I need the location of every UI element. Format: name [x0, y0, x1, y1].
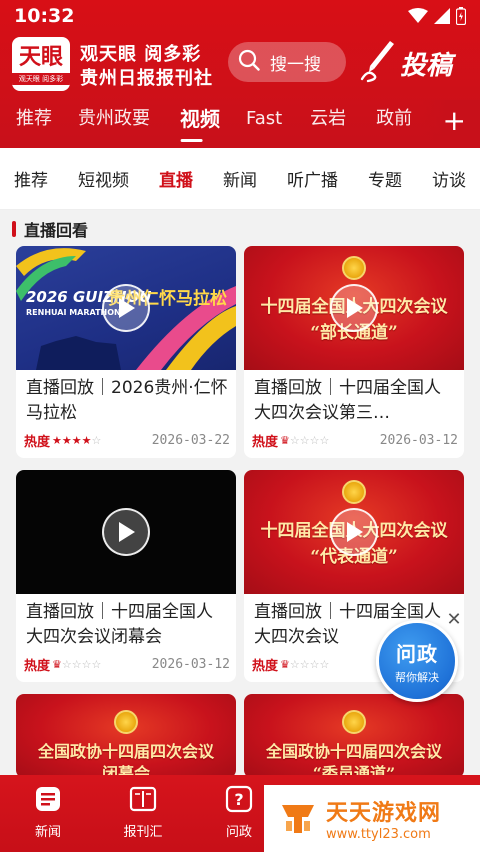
watermark-text: 天天游戏网 www.ttyl23.com — [326, 795, 441, 842]
national-emblem-icon — [342, 256, 366, 280]
nav-publications[interactable]: 报刊汇 — [108, 785, 178, 840]
heat-label: 热度 — [24, 659, 51, 674]
watermark-title: 天天游戏网 — [326, 801, 442, 826]
tab-guizhou-politics[interactable]: 贵州政要 — [52, 100, 150, 144]
subtab-recommend[interactable]: 推荐 — [14, 166, 48, 191]
video-card[interactable]: 全国政协十四届四次会议 “委员通道” — [244, 694, 464, 778]
subtab-topics[interactable]: 专题 — [368, 166, 402, 191]
watermark-url: www.ttyl23.com — [326, 827, 431, 842]
video-meta: 热度 ♛☆☆☆☆ 2026-03-12 — [252, 431, 458, 450]
video-date: 2026-03-12 — [151, 657, 230, 672]
heat-label: 热度 — [252, 659, 279, 674]
video-title: 直播回放｜十四届全国人大四次会议闭幕会 — [26, 602, 213, 647]
app-header: 10:32 天眼 观天眼 阅多彩 观天眼 阅多彩 贵州日报报刊社 搜一搜 投稿 … — [0, 0, 480, 148]
battery-icon — [456, 7, 466, 25]
brand-publisher: 贵州日报报刊社 — [80, 68, 213, 89]
play-icon[interactable] — [330, 508, 378, 556]
news-icon — [13, 785, 83, 817]
heat-rating-icon: ♛☆☆☆☆ — [280, 658, 330, 671]
video-title: 直播回放｜十四届全国人大四次会议第三… — [254, 378, 441, 423]
section-header: 直播回看 — [0, 212, 480, 246]
tab-politics-more[interactable]: 政前 — [346, 100, 412, 144]
logo-text: 天眼 — [18, 43, 63, 70]
site-watermark: 天天游戏网 www.ttyl23.com — [264, 785, 480, 852]
nav-news[interactable]: 新闻 — [13, 785, 83, 840]
status-bar: 10:32 — [0, 0, 480, 32]
cppcc-emblem-icon — [114, 710, 138, 734]
video-thumbnail: 十四届全国人大四次会议 “部长通道” — [244, 246, 464, 370]
svg-text:?: ? — [234, 790, 243, 809]
tab-recommend[interactable]: 推荐 — [0, 100, 52, 144]
video-date: 2026-03-12 — [379, 433, 458, 448]
brand-row: 天眼 观天眼 阅多彩 观天眼 阅多彩 贵州日报报刊社 搜一搜 投稿 — [0, 34, 480, 92]
video-meta: 热度 ♛☆☆☆☆ 2026-03-12 — [24, 655, 230, 674]
subtab-radio[interactable]: 听广播 — [287, 166, 338, 191]
cppcc-emblem-icon — [342, 710, 366, 734]
ask-government-badge[interactable]: 问政 帮你解决 — [376, 620, 458, 702]
thumbnail-caption: 全国政协十四届四次会议 — [265, 742, 442, 761]
video-title: 直播回放｜2026贵州·仁怀马拉松 — [26, 378, 228, 423]
status-icons — [408, 7, 466, 25]
video-meta: 热度 ★★★★☆ 2026-03-22 — [24, 431, 230, 450]
play-icon[interactable] — [102, 508, 150, 556]
submit-article-button[interactable]: 投稿 — [360, 40, 472, 86]
close-icon[interactable]: ✕ — [444, 610, 464, 630]
brand-slogan: 观天眼 阅多彩 — [80, 44, 202, 65]
video-thumbnail: 十四届全国人大四次会议 “代表通道” — [244, 470, 464, 594]
nav-news-label: 新闻 — [34, 825, 61, 840]
video-card[interactable]: 全国政协十四届四次会议 闭幕会 — [16, 694, 236, 778]
heat-rating-icon: ★★★★☆ — [52, 434, 102, 447]
tab-fast[interactable]: Fast — [220, 100, 282, 144]
section-marker — [12, 221, 16, 237]
video-card[interactable]: 十四届全国人大四次会议 “部长通道” 直播回放｜十四届全国人大四次会议第三… 热… — [244, 246, 464, 458]
play-icon[interactable] — [330, 284, 378, 332]
play-icon[interactable] — [102, 284, 150, 332]
submit-label: 投稿 — [400, 50, 453, 81]
subtab-short-video[interactable]: 短视频 — [78, 166, 129, 191]
add-channel-button[interactable]: + — [443, 104, 466, 138]
video-thumbnail: 全国政协十四届四次会议 “委员通道” — [244, 694, 464, 778]
video-card[interactable]: 直播回放｜十四届全国人大四次会议闭幕会 热度 ♛☆☆☆☆ 2026-03-12 — [16, 470, 236, 682]
subtab-interviews[interactable]: 访谈 — [432, 166, 466, 191]
video-thumbnail: 2026 GUIZHOU RENHUAI MARATHON 贵州仁怀马拉松 — [16, 246, 236, 370]
thumbnail-caption: 全国政协十四届四次会议 — [37, 742, 214, 761]
badge-title: 问政 — [396, 641, 438, 666]
search-button[interactable]: 搜一搜 — [228, 42, 346, 82]
pen-icon — [360, 39, 396, 87]
signal-icon — [434, 8, 450, 24]
wifi-icon — [408, 8, 428, 24]
tab-video[interactable]: 视频 — [150, 100, 220, 144]
nav-publications-label: 报刊汇 — [123, 825, 163, 840]
heat-label: 热度 — [24, 435, 51, 450]
heat-rating-icon: ♛☆☆☆☆ — [52, 658, 102, 671]
app-logo: 天眼 观天眼 阅多彩 — [12, 37, 70, 91]
heat-label: 热度 — [252, 435, 279, 450]
watermark-logo-icon — [278, 797, 318, 841]
badge-subtitle: 帮你解决 — [395, 670, 439, 684]
national-emblem-icon — [342, 480, 366, 504]
tab-yunyan[interactable]: 云岩 — [282, 100, 346, 144]
status-time: 10:32 — [14, 5, 75, 27]
search-icon — [238, 49, 260, 75]
video-card[interactable]: 2026 GUIZHOU RENHUAI MARATHON 贵州仁怀马拉松 直播… — [16, 246, 236, 458]
search-label: 搜一搜 — [270, 54, 321, 75]
video-thumbnail: 全国政协十四届四次会议 闭幕会 — [16, 694, 236, 778]
logo-subtext: 观天眼 阅多彩 — [12, 72, 70, 85]
heat-rating-icon: ♛☆☆☆☆ — [280, 434, 330, 447]
book-icon — [108, 785, 178, 817]
sub-tab-bar: 推荐 短视频 直播 新闻 听广播 专题 访谈 — [0, 148, 480, 210]
main-tab-bar: 推荐 贵州政要 视频 Fast 云岩 政前 + — [0, 100, 480, 144]
subtab-live[interactable]: 直播 — [159, 166, 193, 191]
section-title: 直播回看 — [24, 221, 89, 240]
video-date: 2026-03-22 — [151, 433, 230, 448]
subtab-news[interactable]: 新闻 — [223, 166, 257, 191]
video-thumbnail — [16, 470, 236, 594]
